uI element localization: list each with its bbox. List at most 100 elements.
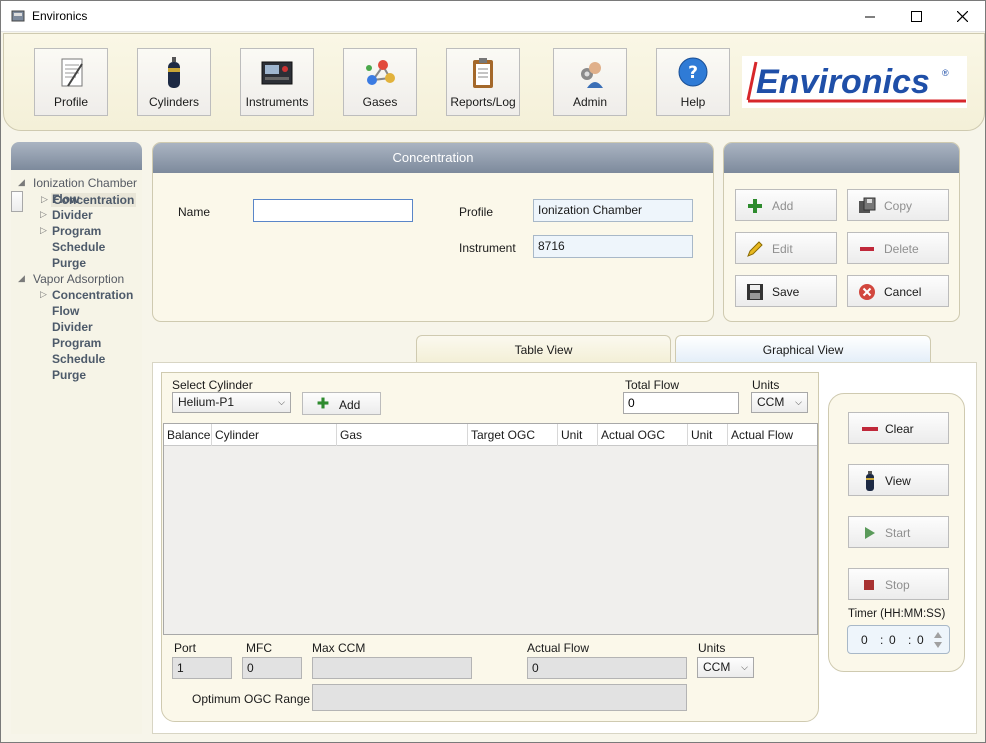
title-bar: Environics [1,1,985,32]
chevron-down-icon: ⌵ [278,397,285,407]
concentration-panel: Concentration Name Profile Ionization Ch… [152,142,714,322]
toolbar-admin-button[interactable]: Admin [553,48,627,116]
clear-button[interactable]: Clear [848,412,949,444]
profile-label: Profile [459,205,494,219]
tree-item-schedule[interactable]: Schedule [11,351,142,367]
tree-item-purge[interactable]: Purge [11,367,142,383]
column-target-ogc[interactable]: Target OGC [468,424,558,446]
svg-text:®: ® [942,68,949,78]
toolbar-gases-button[interactable]: Gases [343,48,417,116]
stop-button[interactable]: Stop [848,568,949,600]
tree-item-program[interactable]: Program [11,335,142,351]
name-input[interactable] [253,199,413,222]
pencil-icon [747,241,763,257]
app-icon [11,10,25,22]
toolbar-cylinders-label: Cylinders [148,95,199,109]
start-button[interactable]: Start [848,516,949,548]
copy-button[interactable]: Copy [847,189,949,221]
timer-input[interactable]: 0 : 0 : 0 [847,625,950,654]
timer-minutes[interactable]: 0 [889,633,896,647]
column-unit[interactable]: Unit [558,424,598,446]
column-actual-flow[interactable]: Actual Flow [728,424,817,446]
tree-collapsed-icon[interactable]: ▷ [40,225,47,236]
tree-expanded-icon[interactable]: ◢ [18,273,25,284]
add-button[interactable]: Add [735,189,837,221]
maximize-button[interactable] [893,1,939,32]
tree-expanded-icon[interactable]: ◢ [18,177,25,188]
toolbar-reports-button[interactable]: Reports/Log [446,48,520,116]
chevron-down-icon: ⌵ [741,662,748,672]
cylinder-grid[interactable]: Balance Cylinder Gas Target OGC Unit Act… [163,423,818,635]
tree-item-concentration[interactable]: ▷ Concentration [11,287,142,303]
window-title: Environics [32,9,88,23]
column-cylinder[interactable]: Cylinder [212,424,337,446]
units-label: Units [698,641,726,655]
play-icon [865,527,875,539]
profile-icon [61,58,83,87]
tree-item-divider[interactable]: ▷ Divider [11,207,142,223]
actual-flow-label: Actual Flow [527,641,590,655]
app-window: Environics Profile Cylinders Instruments… [0,0,986,743]
tree-group-ionization-chamber[interactable]: ◢ Ionization Chamber [11,175,142,191]
toolbar-admin-label: Admin [572,95,607,109]
tree-item-purge[interactable]: Purge [11,255,142,271]
instrument-label: Instrument [459,241,516,255]
units-select-bottom[interactable]: CCM ⌵ [697,657,754,678]
copy-icon [859,197,876,213]
actions-panel-header [724,143,959,173]
toolbar-instruments-button[interactable]: Instruments [240,48,314,116]
plus-icon [317,397,329,409]
total-flow-input[interactable] [623,392,739,414]
delete-button[interactable]: Delete [847,232,949,264]
column-balance[interactable]: Balance [164,424,212,446]
tree-item-program[interactable]: ▷ Program [11,223,142,239]
toolbar-profile-button[interactable]: Profile [34,48,108,116]
units-select[interactable]: CCM ⌵ [751,392,808,413]
toolbar-reports-label: Reports/Log [450,95,516,109]
tab-graphical-view[interactable]: Graphical View [675,335,931,363]
tree-item-schedule[interactable]: Schedule [11,239,142,255]
toolbar-cylinders-button[interactable]: Cylinders [137,48,211,116]
column-gas[interactable]: Gas [337,424,468,446]
navigation-panel-header [11,142,142,170]
save-button[interactable]: Save [735,275,837,307]
navigation-panel: ◢ Ionization Chamber ▷ Concentration Flo… [11,142,142,734]
timer-seconds[interactable]: 0 [917,633,924,647]
instrument-icon [261,61,293,85]
tree-item-divider[interactable]: Divider [11,319,142,335]
tree-collapsed-icon[interactable]: ▷ [40,289,47,300]
edit-button[interactable]: Edit [735,232,837,264]
instrument-field: 8716 [533,235,693,258]
actions-panel: Add Copy Edit Delete Save Cancel [723,142,960,322]
tree-group-vapor-adsorption[interactable]: ◢ Vapor Adsorption [11,271,142,287]
svg-text:?: ? [688,63,698,83]
plus-icon [748,199,762,213]
timer-hours[interactable]: 0 [861,633,868,647]
cylinder-select[interactable]: Helium-P1 ⌵ [172,392,291,413]
port-field: 1 [172,657,232,679]
main-toolbar: Profile Cylinders Instruments Gases Repo… [3,33,985,131]
tab-table-view[interactable]: Table View [416,335,671,363]
column-unit[interactable]: Unit [688,424,728,446]
cancel-button[interactable]: Cancel [847,275,949,307]
profile-field: Ionization Chamber [533,199,693,222]
optimum-ogc-range-field [312,684,687,711]
spinner-icon[interactable] [932,629,944,651]
tree-item-flow[interactable]: Flow [11,191,142,207]
close-icon [956,11,968,22]
clipboard-icon [473,58,493,88]
toolbar-gases-label: Gases [362,95,398,109]
save-icon [747,284,763,300]
maximize-icon [910,11,922,22]
tree-collapsed-icon[interactable]: ▷ [40,209,47,220]
column-actual-ogc[interactable]: Actual OGC [598,424,688,446]
mfc-label: MFC [246,641,272,655]
minimize-button[interactable] [847,1,893,32]
grid-header: Balance Cylinder Gas Target OGC Unit Act… [164,424,817,446]
view-button[interactable]: View [848,464,949,496]
close-button[interactable] [939,1,985,32]
max-ccm-label: Max CCM [312,641,366,655]
tree-item-flow[interactable]: Flow [11,303,142,319]
add-cylinder-button[interactable]: Add [302,392,381,415]
toolbar-help-button[interactable]: ? Help [656,48,730,116]
